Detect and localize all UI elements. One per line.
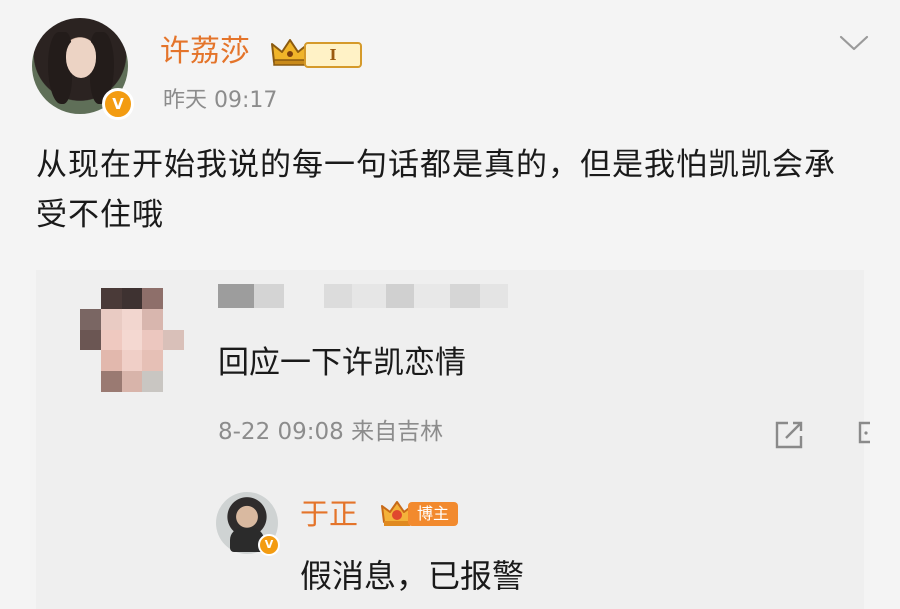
reply-author-avatar[interactable]: V	[216, 492, 280, 556]
blogger-label: 博主	[408, 502, 458, 526]
reply-text: 假消息，已报警	[300, 557, 525, 595]
blurred-username[interactable]	[218, 284, 508, 308]
comment-meta: 8-22 09:08 来自吉林	[218, 419, 444, 445]
comment-card[interactable]: 回应一下许凯恋情 8-22 09:08 来自吉林 V 于正 博主 假消息，已报警	[36, 270, 870, 609]
author-name[interactable]: 许荔莎	[160, 32, 250, 72]
weibo-post: V 许荔莎 I 昨天 09:17 从现在开始我说的每一句话都是真的，但是我怕凯凯…	[0, 0, 900, 609]
chevron-down-icon[interactable]	[838, 34, 870, 52]
share-icon[interactable]	[774, 420, 804, 450]
verified-v-icon: V	[258, 534, 280, 556]
verified-v-icon: V	[102, 88, 134, 120]
post-content: 从现在开始我说的每一句话都是真的，但是我怕凯凯会承受不住哦	[36, 147, 836, 233]
post-time: 昨天 09:17	[163, 88, 278, 113]
blurred-avatar[interactable]	[80, 288, 184, 392]
member-level-badge[interactable]: I	[270, 36, 362, 68]
level-label: I	[304, 42, 362, 68]
blogger-badge[interactable]: 博主	[380, 496, 462, 532]
reply-author-name[interactable]: 于正	[300, 494, 358, 534]
avatar-face	[66, 38, 96, 78]
author-avatar[interactable]: V	[32, 18, 134, 120]
comment-icon[interactable]	[858, 420, 870, 450]
comment-text: 回应一下许凯恋情	[218, 345, 466, 381]
